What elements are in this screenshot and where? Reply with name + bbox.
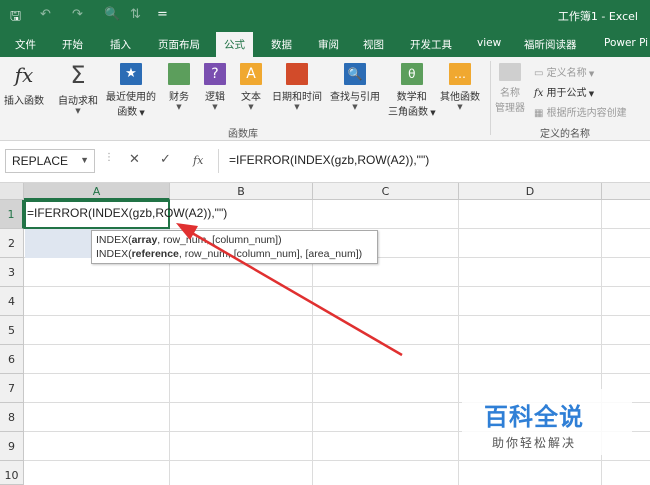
arrow-head bbox=[176, 223, 198, 240]
annotation-arrow bbox=[176, 223, 403, 357]
arrow-shaft bbox=[191, 231, 403, 357]
